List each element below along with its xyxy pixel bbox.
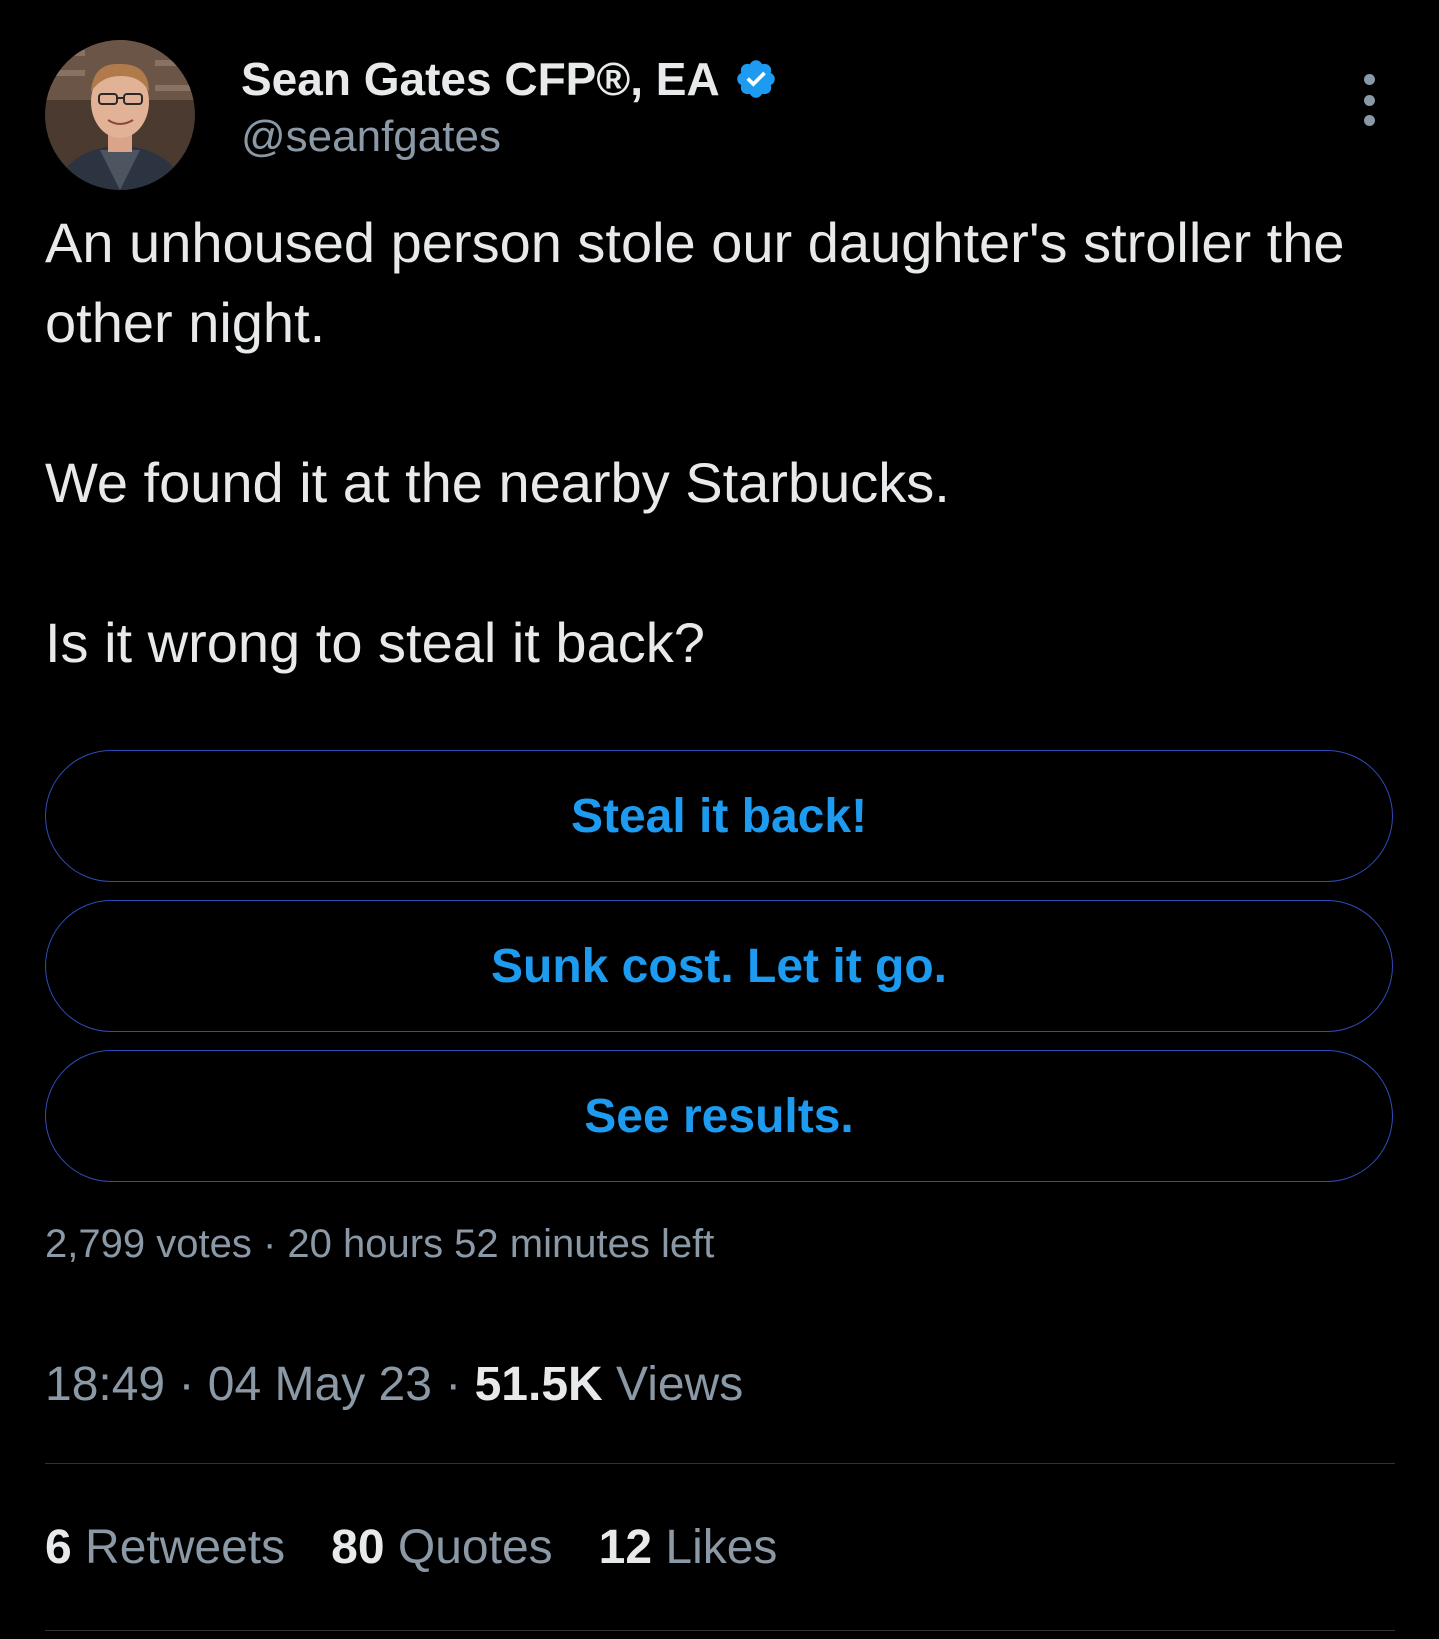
author-handle[interactable]: @seanfgates: [241, 112, 501, 162]
tweet-text-paragraph-2: We found it at the nearby Starbucks.: [45, 451, 950, 514]
verified-badge-icon[interactable]: [734, 57, 778, 101]
timestamp-separator: ·: [445, 1358, 462, 1411]
quotes-label: Quotes: [397, 1521, 553, 1574]
tweet-time[interactable]: 18:49: [45, 1358, 165, 1411]
timestamp-separator: ·: [178, 1358, 195, 1411]
retweets-count: 6: [45, 1521, 72, 1574]
poll-vote-count: 2,799 votes: [45, 1222, 252, 1266]
retweets-label: Retweets: [85, 1521, 286, 1574]
more-dot: [1363, 94, 1375, 106]
views-label: Views: [616, 1358, 744, 1411]
avatar-image: [45, 40, 195, 190]
likes-label: Likes: [665, 1521, 778, 1574]
avatar[interactable]: [45, 40, 195, 190]
tweet-stats: 6 Retweets 80 Quotes 12 Likes: [45, 1520, 823, 1575]
poll-time-left: 20 hours 52 minutes left: [287, 1222, 715, 1266]
author-name-row[interactable]: Sean Gates CFP®, EA: [241, 50, 778, 108]
tweet-text-paragraph-3: Is it wrong to steal it back?: [45, 611, 705, 674]
tweet-timestamp-row: 18:49 · 04 May 23 · 51.5K Views: [45, 1357, 743, 1412]
more-dot: [1363, 115, 1375, 126]
divider: [45, 1630, 1395, 1631]
poll-separator: ·: [262, 1222, 277, 1266]
likes-count: 12: [598, 1521, 653, 1574]
poll-option-steal-it-back[interactable]: Steal it back!: [45, 750, 1393, 882]
poll-option-let-it-go[interactable]: Sunk cost. Let it go.: [45, 900, 1393, 1032]
divider: [45, 1463, 1395, 1464]
quotes-stat[interactable]: 80 Quotes: [331, 1520, 553, 1575]
poll-see-results-button[interactable]: See results.: [45, 1050, 1393, 1182]
more-options-icon[interactable]: [1359, 74, 1379, 126]
tweet-date[interactable]: 04 May 23: [208, 1358, 432, 1411]
more-dot: [1363, 74, 1375, 85]
author-display-name[interactable]: Sean Gates CFP®, EA: [241, 52, 720, 106]
tweet-text-paragraph-1: An unhoused person stole our daughter's …: [45, 211, 1345, 354]
views-count: 51.5K: [474, 1358, 603, 1411]
poll-meta: 2,799 votes · 20 hours 52 minutes left: [45, 1222, 714, 1267]
likes-stat[interactable]: 12 Likes: [599, 1520, 778, 1575]
retweets-stat[interactable]: 6 Retweets: [45, 1520, 285, 1575]
quotes-count: 80: [331, 1521, 385, 1574]
